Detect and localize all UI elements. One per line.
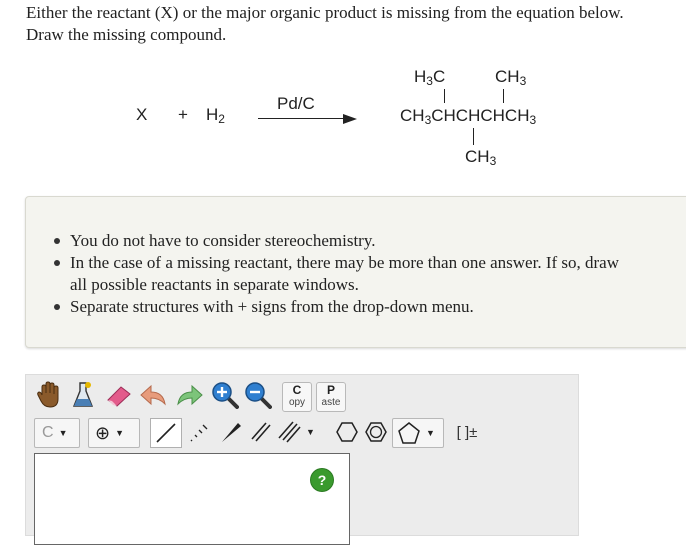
chevron-down-icon: ▼ — [58, 428, 68, 438]
methyl-c: C — [432, 67, 446, 86]
question-line-1: Either the reactant (X) or the major org… — [26, 3, 624, 22]
wedge-bond-tool[interactable] — [216, 418, 246, 446]
chain-subscript-2: 3 — [529, 113, 537, 127]
cyclopentane-icon — [398, 422, 420, 444]
product-methyl-top-right: CH3 — [495, 67, 526, 87]
chevron-down-icon: ▼ — [306, 427, 315, 437]
reaction-arrow-head-icon — [343, 114, 357, 124]
copy-label-small: opy — [288, 397, 306, 408]
chain-part-1: CH — [400, 106, 425, 125]
redo-icon[interactable] — [173, 380, 205, 410]
instruction-item: In the case of a missing reactant, there… — [54, 252, 686, 296]
instruction-item: Separate structures with + signs from th… — [54, 296, 686, 318]
bottom-subscript: 3 — [489, 154, 497, 168]
drawing-canvas[interactable] — [34, 453, 350, 545]
ring-selector-dropdown[interactable]: ▼ — [392, 418, 444, 448]
atom-selector-dropdown[interactable]: C ▼ — [34, 418, 80, 448]
chevron-down-icon: ▼ — [426, 428, 435, 438]
product-methyl-bottom: CH3 — [465, 147, 496, 167]
product-main-chain: CH3CHCHCHCH3 — [400, 106, 536, 126]
charge-plus-icon: ⊕ — [95, 422, 111, 443]
help-button[interactable]: ? — [311, 469, 333, 491]
methyl-h: H — [414, 67, 427, 86]
methyl-ch: CH — [495, 67, 520, 86]
instruction-line: In the case of a missing reactant, there… — [70, 253, 619, 272]
methyl-h-subscript: 3 — [426, 74, 433, 88]
question-line-2: Draw the missing compound. — [26, 25, 227, 44]
copy-button[interactable]: C opy — [282, 382, 312, 412]
erlenmeyer-icon[interactable] — [68, 380, 98, 410]
copy-label-big: C — [292, 383, 302, 397]
bond-bottom — [473, 128, 475, 145]
hand-icon[interactable] — [34, 380, 64, 410]
h2-symbol: H — [206, 105, 219, 124]
atom-label: C — [42, 424, 54, 441]
zoom-out-icon[interactable] — [243, 380, 273, 410]
paste-button[interactable]: P aste — [316, 382, 346, 412]
reactant-x: X — [136, 105, 148, 124]
instruction-item: You do not have to consider stereochemis… — [54, 230, 686, 252]
hydrogen-reagent: H2 — [206, 105, 225, 125]
bottom-ch: CH — [465, 147, 490, 166]
double-bond-tool[interactable] — [246, 418, 276, 446]
reaction-arrow-shaft — [258, 118, 344, 120]
undo-icon[interactable] — [138, 380, 170, 410]
chevron-down-icon: ▼ — [115, 428, 125, 438]
benzene-icon[interactable] — [362, 418, 390, 446]
bond-top-right — [503, 89, 505, 103]
charge-selector-dropdown[interactable]: ⊕ ▼ — [88, 418, 140, 448]
structure-editor: C opy P aste C ▼ ⊕ ▼ ▼ ▼ []± ? — [25, 374, 579, 545]
h2-subscript: 2 — [218, 112, 225, 126]
zoom-in-icon[interactable] — [210, 380, 240, 410]
instructions-box: You do not have to consider stereochemis… — [25, 196, 686, 348]
single-bond-tool[interactable] — [150, 418, 182, 448]
cyclohexane-icon[interactable] — [334, 418, 360, 446]
hashed-bond-tool[interactable] — [184, 418, 214, 446]
product-methyl-top-left: H3C — [414, 67, 445, 87]
bracket-charge-tool[interactable]: [ ]± — [452, 418, 482, 446]
catalyst-label: Pd/C — [277, 94, 315, 113]
bond-top-left — [444, 89, 446, 103]
paste-label-small: aste — [321, 397, 341, 408]
plus-sign: + — [178, 105, 188, 124]
eraser-icon[interactable] — [103, 380, 135, 410]
methyl-subscript: 3 — [519, 74, 527, 88]
instructions-list: You do not have to consider stereochemis… — [54, 230, 686, 318]
paste-label-big: P — [326, 383, 335, 397]
instruction-line: all possible reactants in separate windo… — [70, 275, 359, 294]
chain-part-2: CHCHCHCH — [431, 106, 530, 125]
triple-bond-dropdown[interactable]: ▼ — [276, 418, 316, 446]
question-text: Either the reactant (X) or the major org… — [26, 2, 686, 46]
